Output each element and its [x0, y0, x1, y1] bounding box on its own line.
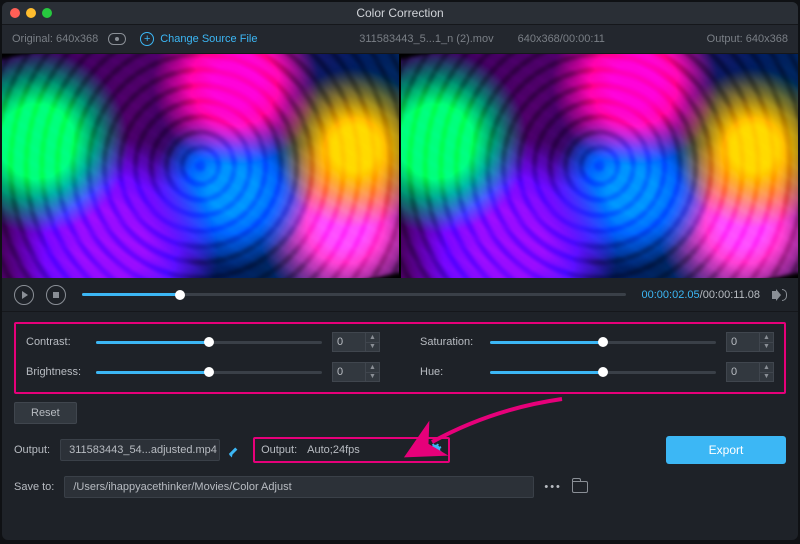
save-row: Save to: /Users/ihappyacethinker/Movies/… — [2, 470, 798, 504]
hue-value-input[interactable] — [726, 362, 760, 382]
save-path-field[interactable]: /Users/ihappyacethinker/Movies/Color Adj… — [64, 476, 534, 498]
export-button[interactable]: Export — [666, 436, 786, 464]
saturation-step-down[interactable]: ▼ — [760, 343, 773, 352]
brightness-value-input[interactable] — [332, 362, 366, 382]
output-format-highlight-box: Output: Auto;24fps — [253, 437, 450, 463]
brightness-slider[interactable] — [96, 371, 322, 374]
save-to-label: Save to: — [14, 481, 54, 493]
output-settings-gear-icon[interactable] — [427, 443, 442, 458]
brightness-step-down[interactable]: ▼ — [366, 373, 379, 382]
brightness-label: Brightness: — [26, 366, 86, 378]
hue-slider[interactable] — [490, 371, 716, 374]
saturation-step-up[interactable]: ▲ — [760, 333, 773, 343]
source-fileinfo: 640x368/00:00:11 — [518, 33, 605, 45]
change-source-label: Change Source File — [160, 33, 257, 45]
contrast-step-down[interactable]: ▼ — [366, 343, 379, 352]
preview-toggle-icon[interactable] — [108, 33, 126, 45]
output-dimensions-label: Output: 640x368 — [707, 33, 788, 45]
brightness-row: Brightness: ▲▼ — [26, 362, 380, 382]
contrast-slider[interactable] — [96, 341, 322, 344]
output-label: Output: — [14, 444, 50, 456]
preview-original — [2, 54, 399, 278]
contrast-label: Contrast: — [26, 336, 86, 348]
contrast-value-input[interactable] — [332, 332, 366, 352]
saturation-label: Saturation: — [420, 336, 480, 348]
hue-step-down[interactable]: ▼ — [760, 373, 773, 382]
original-dimensions-label: Original: 640x368 — [12, 33, 98, 45]
preview-area — [2, 54, 798, 278]
brightness-step-up[interactable]: ▲ — [366, 363, 379, 373]
browse-path-button[interactable]: ••• — [544, 481, 562, 493]
plus-icon: + — [140, 32, 154, 46]
contrast-row: Contrast: ▲▼ — [26, 332, 380, 352]
stop-button[interactable] — [46, 285, 66, 305]
volume-icon[interactable] — [772, 288, 786, 302]
reset-button[interactable]: Reset — [14, 402, 77, 424]
saturation-slider[interactable] — [490, 341, 716, 344]
output-filename: 311583443_54...adjusted.mp4 — [69, 444, 217, 456]
current-time: 00:00:02.05 — [642, 289, 700, 301]
change-source-button[interactable]: + Change Source File — [140, 32, 257, 46]
timecode: 00:00:02.05/00:00:11.08 — [642, 289, 760, 301]
contrast-step-up[interactable]: ▲ — [366, 333, 379, 343]
color-correction-window: Color Correction Original: 640x368 + Cha… — [2, 2, 798, 540]
output-format-label: Output: — [261, 444, 297, 456]
output-row: Output: 311583443_54...adjusted.mp4 Outp… — [2, 430, 798, 470]
output-filename-field: 311583443_54...adjusted.mp4 — [60, 439, 220, 461]
save-path: /Users/ihappyacethinker/Movies/Color Adj… — [73, 481, 291, 493]
preview-adjusted — [401, 54, 798, 278]
total-time: /00:00:11.08 — [700, 289, 760, 301]
playback-bar: 00:00:02.05/00:00:11.08 — [2, 278, 798, 312]
hue-row: Hue: ▲▼ — [420, 362, 774, 382]
hue-step-up[interactable]: ▲ — [760, 363, 773, 373]
saturation-value-input[interactable] — [726, 332, 760, 352]
play-icon — [22, 291, 28, 299]
stop-icon — [53, 292, 59, 298]
toolbar: Original: 640x368 + Change Source File 3… — [2, 24, 798, 54]
open-folder-icon[interactable] — [572, 481, 588, 493]
controls-highlight-box: Contrast: ▲▼ Saturation: ▲▼ — [14, 322, 786, 394]
output-format-value: Auto;24fps — [307, 444, 360, 456]
edit-filename-icon[interactable] — [230, 444, 243, 457]
window-title: Color Correction — [2, 6, 798, 20]
hue-label: Hue: — [420, 366, 480, 378]
play-button[interactable] — [14, 285, 34, 305]
output-format-field: Auto;24fps — [307, 439, 417, 461]
seek-slider[interactable] — [82, 293, 626, 296]
source-filename: 311583443_5...1_n (2).mov — [359, 33, 493, 45]
color-controls-panel: Contrast: ▲▼ Saturation: ▲▼ — [2, 312, 798, 430]
titlebar: Color Correction — [2, 2, 798, 24]
saturation-row: Saturation: ▲▼ — [420, 332, 774, 352]
